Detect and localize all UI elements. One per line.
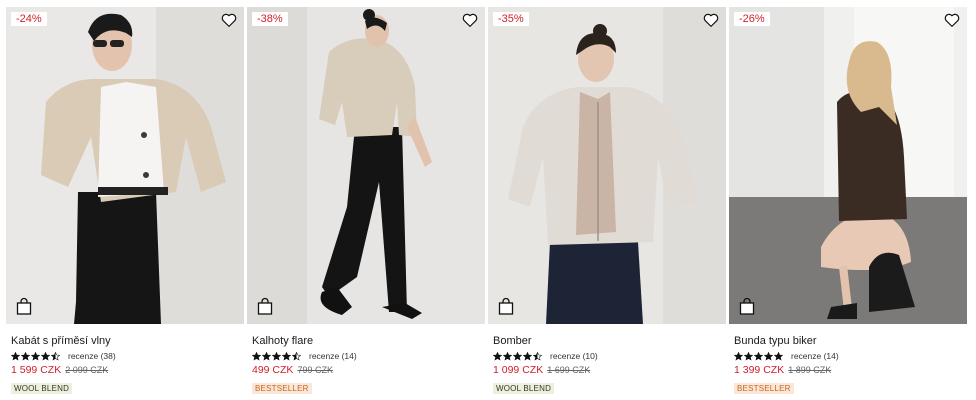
star-icon [282,351,291,360]
product-name[interactable]: Kalhoty flare [252,334,482,348]
shopping-bag-icon[interactable] [739,297,755,315]
product-card[interactable]: -35% Bomber recenze (10) 1 099 CZK 1 699… [488,7,726,400]
price-row: 1 099 CZK 1 699 CZK [493,364,723,378]
star-icon [21,351,30,360]
sale-price: 1 599 CZK [11,364,62,376]
star-rating [734,351,783,361]
product-tag: BESTSELLER [734,383,794,394]
star-icon [744,351,753,360]
price-row: 499 CZK 799 CZK [252,364,482,378]
star-icon [503,351,512,360]
sale-price: 1 399 CZK [734,364,785,376]
product-card[interactable]: -24% Kabát s příměsí vlny recenze (38) 1… [6,7,244,400]
star-icon [262,351,271,360]
shopping-bag-icon[interactable] [257,297,273,315]
star-icon [774,351,783,360]
star-icon [734,351,743,360]
price-row: 1 599 CZK 2 099 CZK [11,364,241,378]
star-icon [41,351,50,360]
review-count[interactable]: recenze (10) [550,350,598,362]
discount-badge: -35% [493,12,529,26]
product-image[interactable]: -38% [247,7,485,324]
product-rating: recenze (14) [734,350,964,362]
product-name[interactable]: Kabát s příměsí vlny [11,334,241,348]
product-rating: recenze (10) [493,350,723,362]
product-image[interactable]: -24% [6,7,244,324]
product-name[interactable]: Bomber [493,334,723,348]
product-grid: -24% Kabát s příměsí vlny recenze (38) 1… [6,7,970,400]
star-icon [252,351,261,360]
product-tag: WOOL BLEND [11,383,73,394]
heart-outline-icon[interactable] [220,11,238,29]
discount-badge: -26% [734,12,770,26]
star-rating [493,351,542,361]
shopping-bag-icon[interactable] [498,297,514,315]
product-tag: BESTSELLER [252,383,312,394]
product-card[interactable]: -38% Kalhoty flare recenze (14) 499 CZK … [247,7,485,400]
star-icon [523,351,532,360]
star-icon [11,351,20,360]
original-price: 2 099 CZK [65,365,109,375]
star-rating [11,351,60,361]
heart-outline-icon[interactable] [461,11,479,29]
star-icon [31,351,40,360]
product-image[interactable]: -26% [729,7,967,324]
sale-price: 499 CZK [252,364,294,376]
product-rating: recenze (38) [11,350,241,362]
review-count[interactable]: recenze (14) [791,350,839,362]
star-icon [493,351,502,360]
original-price: 1 699 CZK [547,365,591,375]
shopping-bag-icon[interactable] [16,297,32,315]
star-icon [533,351,542,360]
star-rating [252,351,301,361]
product-card[interactable]: -26% Bunda typu biker recenze (14) 1 399… [729,7,967,400]
product-tag: WOOL BLEND [493,383,555,394]
sale-price: 1 099 CZK [493,364,544,376]
star-icon [272,351,281,360]
product-image[interactable]: -35% [488,7,726,324]
price-row: 1 399 CZK 1 899 CZK [734,364,964,378]
original-price: 799 CZK [297,365,333,375]
heart-outline-icon[interactable] [702,11,720,29]
original-price: 1 899 CZK [788,365,832,375]
review-count[interactable]: recenze (14) [309,350,357,362]
product-rating: recenze (14) [252,350,482,362]
review-count[interactable]: recenze (38) [68,350,116,362]
heart-outline-icon[interactable] [943,11,961,29]
star-icon [764,351,773,360]
star-icon [754,351,763,360]
discount-badge: -24% [11,12,47,26]
star-icon [292,351,301,360]
star-icon [51,351,60,360]
product-name[interactable]: Bunda typu biker [734,334,964,348]
star-icon [513,351,522,360]
discount-badge: -38% [252,12,288,26]
